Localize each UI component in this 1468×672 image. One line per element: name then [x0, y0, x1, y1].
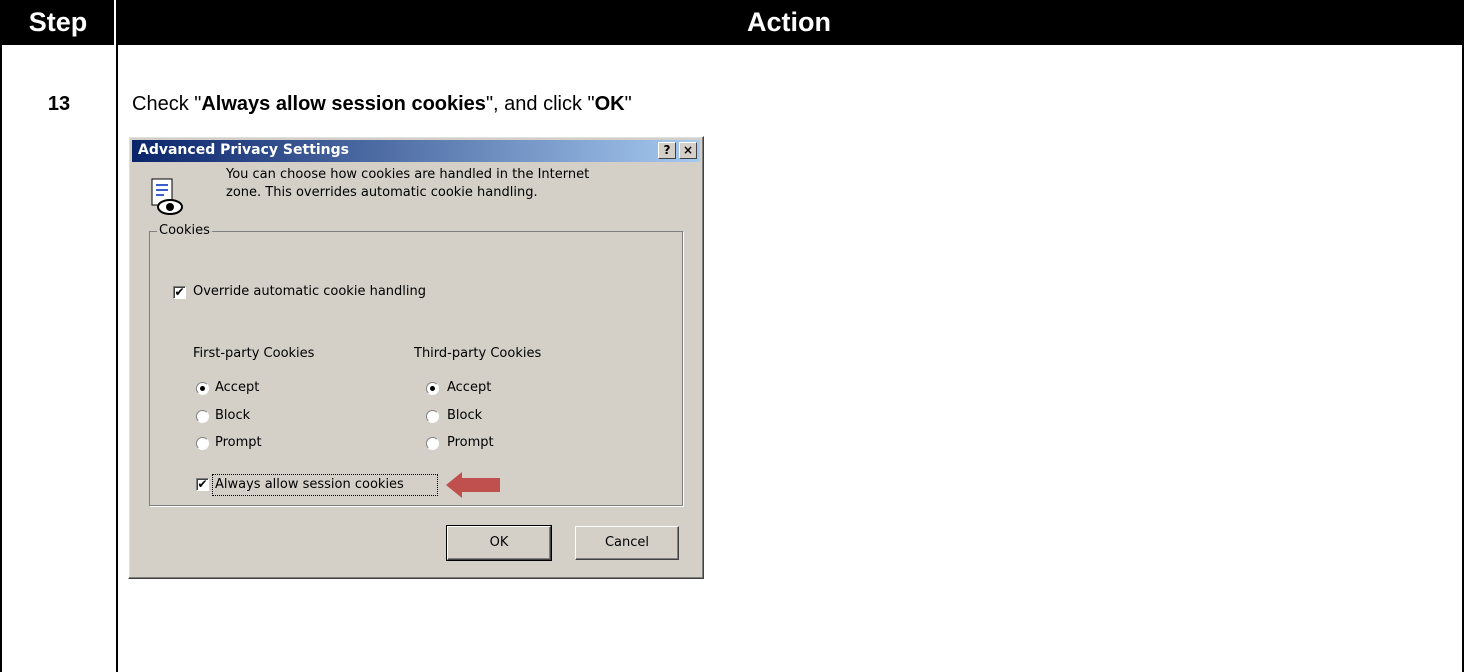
- instruction-text: Check "Always allow session cookies", an…: [132, 93, 632, 116]
- third-party-block-label[interactable]: Block: [447, 408, 482, 423]
- privacy-document-icon: [151, 178, 183, 215]
- instruction-middle: ", and click ": [485, 93, 595, 115]
- session-cookies-checkbox[interactable]: ✔: [196, 478, 209, 491]
- table-header: Step Action: [2, 0, 1462, 45]
- advanced-privacy-settings-dialog: Advanced Privacy Settings ? × You can ch…: [128, 136, 704, 579]
- third-party-prompt-label[interactable]: Prompt: [447, 435, 494, 450]
- column-divider: [116, 45, 118, 672]
- first-party-accept-radio[interactable]: [196, 382, 209, 395]
- third-party-heading: Third-party Cookies: [414, 346, 542, 361]
- first-party-block-label[interactable]: Block: [215, 408, 250, 423]
- first-party-heading: First-party Cookies: [193, 346, 315, 361]
- session-cookies-label[interactable]: Always allow session cookies: [215, 477, 404, 492]
- override-checkbox[interactable]: ✔: [173, 286, 186, 299]
- info-text-line1: You can choose how cookies are handled i…: [226, 167, 590, 182]
- cookies-group-label: Cookies: [157, 223, 212, 238]
- arrow-pointer-icon: [446, 472, 500, 498]
- first-party-accept-label[interactable]: Accept: [215, 380, 259, 395]
- instruction-suffix: ": [624, 93, 632, 115]
- third-party-accept-label[interactable]: Accept: [447, 380, 491, 395]
- ok-button[interactable]: OK: [446, 525, 552, 561]
- dialog-title: Advanced Privacy Settings: [138, 142, 350, 158]
- instruction-prefix: Check ": [132, 93, 202, 115]
- cookies-groupbox: [149, 231, 683, 506]
- step-column-header: Step: [2, 0, 116, 45]
- close-button[interactable]: ×: [679, 142, 697, 159]
- info-text-line2: zone. This overrides automatic cookie ha…: [226, 185, 538, 200]
- third-party-accept-radio[interactable]: [426, 382, 439, 395]
- first-party-prompt-label[interactable]: Prompt: [215, 435, 262, 450]
- instruction-target-option: Always allow session cookies: [201, 93, 486, 115]
- instruction-target-button: OK: [594, 93, 625, 115]
- help-button[interactable]: ?: [658, 142, 676, 159]
- third-party-block-radio[interactable]: [426, 410, 439, 423]
- step-number: 13: [47, 93, 71, 115]
- dialog-titlebar[interactable]: Advanced Privacy Settings ? ×: [132, 140, 700, 162]
- override-label[interactable]: Override automatic cookie handling: [193, 284, 426, 299]
- first-party-prompt-radio[interactable]: [196, 437, 209, 450]
- first-party-block-radio[interactable]: [196, 410, 209, 423]
- cancel-button[interactable]: Cancel: [575, 526, 679, 560]
- third-party-prompt-radio[interactable]: [426, 437, 439, 450]
- action-column-header: Action: [747, 7, 831, 37]
